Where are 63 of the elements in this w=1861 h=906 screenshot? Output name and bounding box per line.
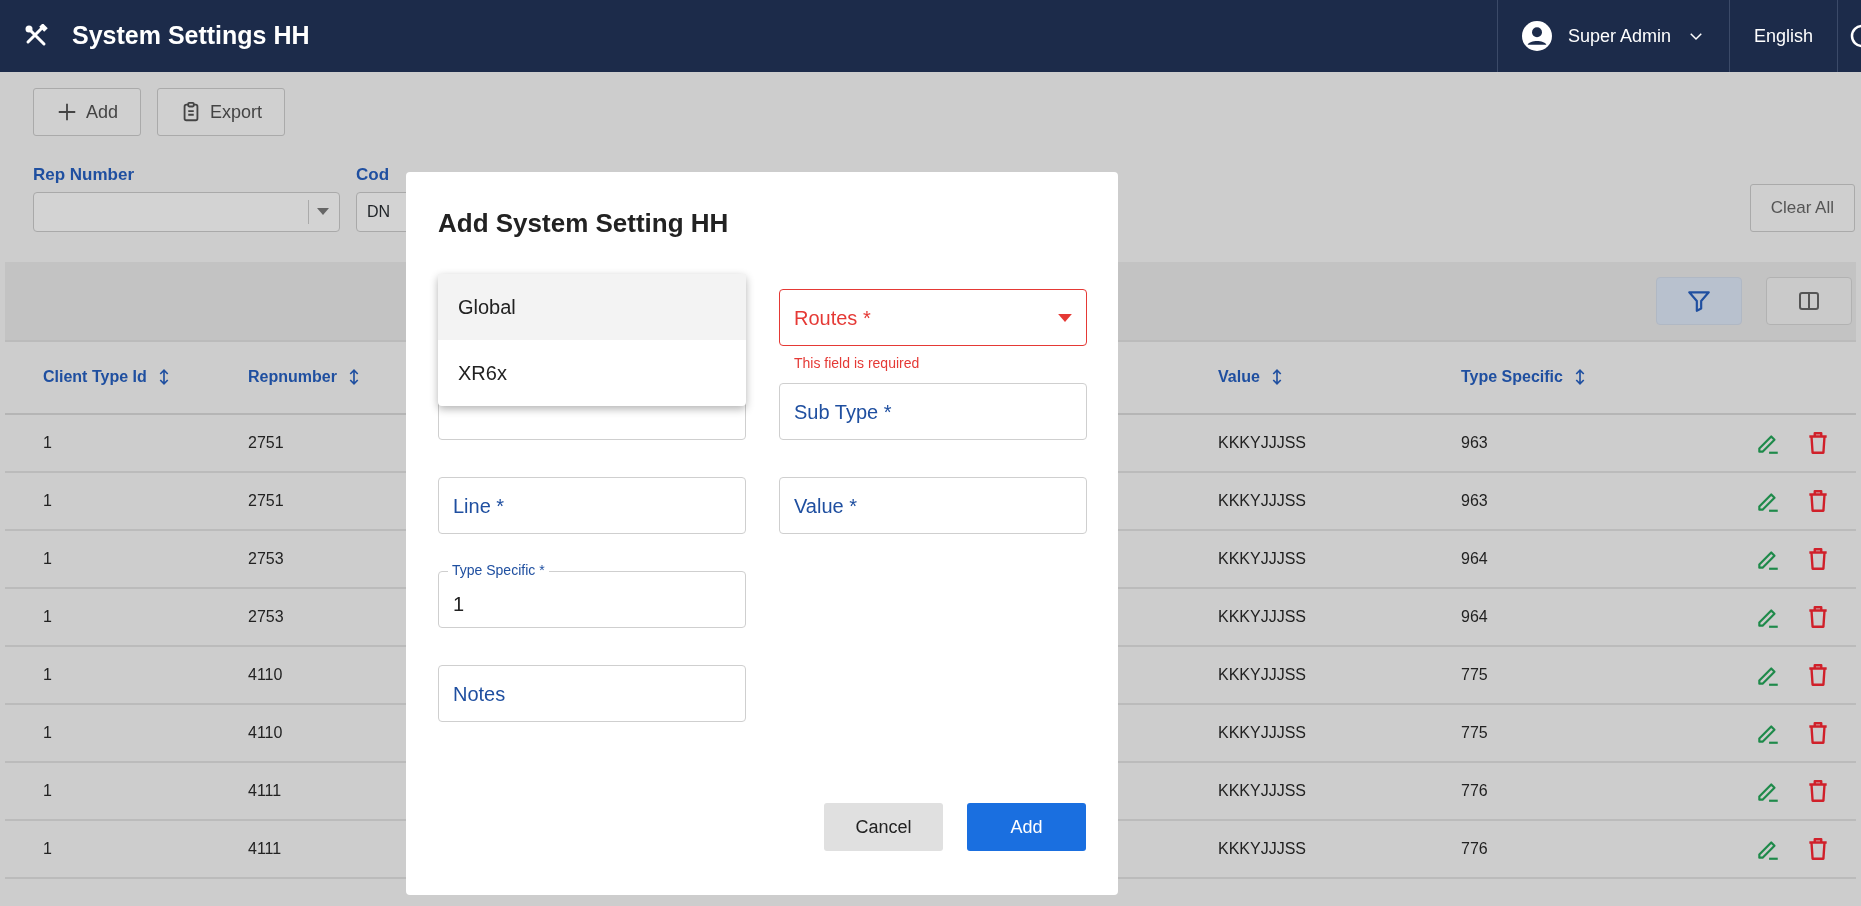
dialog-title: Add System Setting HH [438, 207, 730, 240]
table-cell: KKKYJJJSS [1218, 607, 1307, 625]
table-cell: 4110 [248, 665, 283, 683]
cancel-button[interactable]: Cancel [824, 803, 943, 851]
avatar-icon [1521, 21, 1552, 51]
table-cell: 963 [1461, 491, 1488, 509]
plus-icon [56, 101, 78, 123]
table-cell: 1 [43, 433, 52, 451]
page-title: System Settings HH [72, 20, 310, 52]
table-cell: 4111 [248, 781, 282, 799]
filter-label: Rep Number [33, 164, 136, 186]
dropdown-arrow-icon [317, 208, 329, 215]
table-cell: 776 [1461, 839, 1488, 857]
filter-label: Cod [356, 164, 391, 186]
error-message: This field is required [794, 354, 920, 373]
column-header[interactable]: Repnumber [248, 365, 337, 389]
input-field[interactable]: Value * [779, 477, 1087, 534]
table-cell: 1 [43, 781, 52, 799]
table-cell: 1 [43, 839, 52, 857]
select-field[interactable] [33, 191, 340, 232]
table-cell: 1 [43, 665, 52, 683]
columns-button[interactable] [1766, 276, 1852, 325]
export-button[interactable]: Export [157, 88, 286, 136]
table-cell: 775 [1461, 665, 1488, 683]
table-cell: 2751 [248, 433, 284, 451]
table-cell: 1 [43, 607, 52, 625]
menu-item[interactable]: XR6x [438, 340, 746, 406]
column-header[interactable]: Type Specific [1461, 365, 1563, 389]
table-cell: 964 [1461, 549, 1488, 567]
field-label: Type Specific * [448, 561, 549, 579]
table-cell: 1 [43, 723, 52, 741]
clear-all-button[interactable]: Clear All [1749, 183, 1855, 232]
table-cell: KKKYJJJSS [1218, 491, 1307, 509]
filter-button[interactable] [1656, 276, 1742, 325]
table-cell: 964 [1461, 607, 1488, 625]
add-button[interactable]: Add [967, 803, 1086, 851]
table-cell: 1 [43, 491, 52, 509]
table-cell: 2753 [248, 549, 284, 567]
add-button[interactable]: Add [33, 88, 142, 136]
table-cell: KKKYJJJSS [1218, 665, 1307, 683]
table-cell: KKKYJJJSS [1218, 781, 1307, 799]
menu-item[interactable]: Global [438, 274, 746, 340]
column-header[interactable]: Value [1218, 365, 1260, 389]
user-name: Super Admin [1567, 24, 1671, 48]
table-cell: 2751 [248, 491, 284, 509]
input-field[interactable]: Sub Type * [779, 383, 1087, 440]
table-cell: KKKYJJJSS [1218, 549, 1307, 567]
table-cell: 2753 [248, 607, 284, 625]
table-cell: 963 [1461, 433, 1488, 451]
table-cell: KKKYJJJSS [1218, 839, 1307, 857]
table-cell: 4110 [248, 723, 283, 741]
table-cell: KKKYJJJSS [1218, 723, 1307, 741]
input-field[interactable]: Line * [438, 477, 746, 534]
table-cell: 4111 [248, 839, 282, 857]
table-cell: 1 [43, 549, 52, 567]
input-field[interactable]: Notes [438, 665, 746, 722]
table-cell: 775 [1461, 723, 1488, 741]
tools-icon [24, 24, 48, 48]
column-header[interactable]: Client Type Id [43, 365, 147, 389]
table-cell: KKKYJJJSS [1218, 433, 1307, 451]
language-selector[interactable]: English [1753, 22, 1813, 50]
dropdown-arrow-icon [1058, 313, 1072, 322]
table-cell: 776 [1461, 781, 1488, 799]
